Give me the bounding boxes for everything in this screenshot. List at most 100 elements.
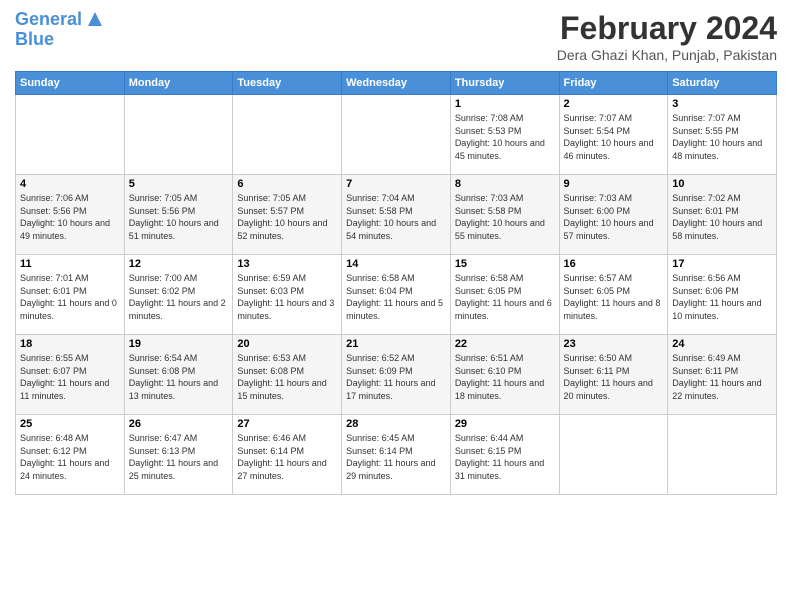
cell-1-6: 2 Sunrise: 7:07 AMSunset: 5:54 PMDaylight… (559, 95, 668, 175)
cell-5-7 (668, 415, 777, 495)
calendar-table: SundayMondayTuesdayWednesdayThursdayFrid… (15, 71, 777, 495)
day-number: 25 (20, 418, 120, 430)
cell-4-5: 22 Sunrise: 6:51 AMSunset: 6:10 PMDayligh… (450, 335, 559, 415)
day-info: Sunrise: 6:57 AMSunset: 6:05 PMDaylight:… (564, 272, 664, 322)
day-number: 18 (20, 338, 120, 350)
header: General Blue February 2024 Dera Ghazi Kh… (15, 10, 777, 63)
cell-2-2: 5 Sunrise: 7:05 AMSunset: 5:56 PMDaylight… (124, 175, 233, 255)
day-number: 10 (672, 178, 772, 190)
title-area: February 2024 Dera Ghazi Khan, Punjab, P… (557, 10, 777, 63)
cell-5-6 (559, 415, 668, 495)
day-info: Sunrise: 6:59 AMSunset: 6:03 PMDaylight:… (237, 272, 337, 322)
day-info: Sunrise: 6:44 AMSunset: 6:15 PMDaylight:… (455, 432, 555, 482)
header-row: SundayMondayTuesdayWednesdayThursdayFrid… (16, 72, 777, 95)
cell-4-6: 23 Sunrise: 6:50 AMSunset: 6:11 PMDayligh… (559, 335, 668, 415)
day-number: 22 (455, 338, 555, 350)
day-number: 28 (346, 418, 446, 430)
day-info: Sunrise: 6:49 AMSunset: 6:11 PMDaylight:… (672, 352, 772, 402)
cell-3-6: 16 Sunrise: 6:57 AMSunset: 6:05 PMDayligh… (559, 255, 668, 335)
cell-5-1: 25 Sunrise: 6:48 AMSunset: 6:12 PMDayligh… (16, 415, 125, 495)
cell-4-2: 19 Sunrise: 6:54 AMSunset: 6:08 PMDayligh… (124, 335, 233, 415)
page: General Blue February 2024 Dera Ghazi Kh… (0, 0, 792, 612)
day-number: 5 (129, 178, 229, 190)
cell-2-3: 6Sunrise: 7:05 AMSunset: 5:57 PMDaylight… (233, 175, 342, 255)
cell-3-7: 17Sunrise: 6:56 AMSunset: 6:06 PMDayligh… (668, 255, 777, 335)
day-number: 24 (672, 338, 772, 350)
day-number: 29 (455, 418, 555, 430)
day-info: Sunrise: 6:45 AMSunset: 6:14 PMDaylight:… (346, 432, 446, 482)
day-info: Sunrise: 7:05 AMSunset: 5:56 PMDaylight:… (129, 192, 229, 242)
day-info: Sunrise: 7:01 AMSunset: 6:01 PMDaylight:… (20, 272, 120, 322)
week-row-5: 25 Sunrise: 6:48 AMSunset: 6:12 PMDayligh… (16, 415, 777, 495)
col-header-tuesday: Tuesday (233, 72, 342, 95)
cell-2-5: 8 Sunrise: 7:03 AMSunset: 5:58 PMDaylight… (450, 175, 559, 255)
day-number: 26 (129, 418, 229, 430)
day-number: 16 (564, 258, 664, 270)
day-number: 19 (129, 338, 229, 350)
day-info: Sunrise: 6:55 AMSunset: 6:07 PMDaylight:… (20, 352, 120, 402)
day-info: Sunrise: 6:47 AMSunset: 6:13 PMDaylight:… (129, 432, 229, 482)
col-header-sunday: Sunday (16, 72, 125, 95)
logo-icon (84, 8, 106, 30)
cell-1-3 (233, 95, 342, 175)
cell-5-2: 26 Sunrise: 6:47 AMSunset: 6:13 PMDayligh… (124, 415, 233, 495)
day-number: 21 (346, 338, 446, 350)
day-number: 20 (237, 338, 337, 350)
logo-text: General (15, 10, 82, 30)
col-header-monday: Monday (124, 72, 233, 95)
cell-2-4: 7 Sunrise: 7:04 AMSunset: 5:58 PMDaylight… (342, 175, 451, 255)
day-info: Sunrise: 7:08 AMSunset: 5:53 PMDaylight:… (455, 112, 555, 162)
day-number: 13 (237, 258, 337, 270)
day-info: Sunrise: 6:53 AMSunset: 6:08 PMDaylight:… (237, 352, 337, 402)
cell-3-4: 14Sunrise: 6:58 AMSunset: 6:04 PMDayligh… (342, 255, 451, 335)
week-row-1: 1 Sunrise: 7:08 AMSunset: 5:53 PMDaylight… (16, 95, 777, 175)
cell-1-2 (124, 95, 233, 175)
col-header-saturday: Saturday (668, 72, 777, 95)
cell-1-5: 1 Sunrise: 7:08 AMSunset: 5:53 PMDaylight… (450, 95, 559, 175)
cell-4-7: 24 Sunrise: 6:49 AMSunset: 6:11 PMDayligh… (668, 335, 777, 415)
cell-2-7: 10 Sunrise: 7:02 AMSunset: 6:01 PMDayligh… (668, 175, 777, 255)
day-info: Sunrise: 6:48 AMSunset: 6:12 PMDaylight:… (20, 432, 120, 482)
day-number: 8 (455, 178, 555, 190)
cell-4-3: 20 Sunrise: 6:53 AMSunset: 6:08 PMDayligh… (233, 335, 342, 415)
day-info: Sunrise: 6:52 AMSunset: 6:09 PMDaylight:… (346, 352, 446, 402)
day-info: Sunrise: 6:54 AMSunset: 6:08 PMDaylight:… (129, 352, 229, 402)
cell-5-3: 27 Sunrise: 6:46 AMSunset: 6:14 PMDayligh… (233, 415, 342, 495)
cell-3-1: 11 Sunrise: 7:01 AMSunset: 6:01 PMDayligh… (16, 255, 125, 335)
day-info: Sunrise: 7:00 AMSunset: 6:02 PMDaylight:… (129, 272, 229, 322)
day-info: Sunrise: 6:50 AMSunset: 6:11 PMDaylight:… (564, 352, 664, 402)
day-number: 27 (237, 418, 337, 430)
day-info: Sunrise: 7:04 AMSunset: 5:58 PMDaylight:… (346, 192, 446, 242)
day-number: 11 (20, 258, 120, 270)
day-number: 9 (564, 178, 664, 190)
day-info: Sunrise: 7:06 AMSunset: 5:56 PMDaylight:… (20, 192, 120, 242)
cell-1-1 (16, 95, 125, 175)
day-number: 2 (564, 98, 664, 110)
day-number: 12 (129, 258, 229, 270)
day-number: 7 (346, 178, 446, 190)
day-info: Sunrise: 7:03 AMSunset: 6:00 PMDaylight:… (564, 192, 664, 242)
day-info: Sunrise: 7:07 AMSunset: 5:55 PMDaylight:… (672, 112, 772, 162)
day-info: Sunrise: 7:03 AMSunset: 5:58 PMDaylight:… (455, 192, 555, 242)
cell-4-1: 18 Sunrise: 6:55 AMSunset: 6:07 PMDayligh… (16, 335, 125, 415)
day-info: Sunrise: 7:07 AMSunset: 5:54 PMDaylight:… (564, 112, 664, 162)
cell-1-4 (342, 95, 451, 175)
cell-1-7: 3Sunrise: 7:07 AMSunset: 5:55 PMDaylight… (668, 95, 777, 175)
day-info: Sunrise: 6:58 AMSunset: 6:05 PMDaylight:… (455, 272, 555, 322)
day-number: 4 (20, 178, 120, 190)
day-info: Sunrise: 7:02 AMSunset: 6:01 PMDaylight:… (672, 192, 772, 242)
day-info: Sunrise: 6:51 AMSunset: 6:10 PMDaylight:… (455, 352, 555, 402)
day-info: Sunrise: 6:46 AMSunset: 6:14 PMDaylight:… (237, 432, 337, 482)
day-number: 1 (455, 98, 555, 110)
logo-blue: Blue (15, 30, 54, 50)
cell-3-2: 12 Sunrise: 7:00 AMSunset: 6:02 PMDayligh… (124, 255, 233, 335)
day-info: Sunrise: 6:56 AMSunset: 6:06 PMDaylight:… (672, 272, 772, 322)
cell-3-5: 15Sunrise: 6:58 AMSunset: 6:05 PMDayligh… (450, 255, 559, 335)
logo: General Blue (15, 10, 106, 50)
cell-4-4: 21 Sunrise: 6:52 AMSunset: 6:09 PMDayligh… (342, 335, 451, 415)
day-number: 23 (564, 338, 664, 350)
col-header-friday: Friday (559, 72, 668, 95)
week-row-2: 4 Sunrise: 7:06 AMSunset: 5:56 PMDaylight… (16, 175, 777, 255)
cell-3-3: 13 Sunrise: 6:59 AMSunset: 6:03 PMDayligh… (233, 255, 342, 335)
main-title: February 2024 (557, 10, 777, 47)
